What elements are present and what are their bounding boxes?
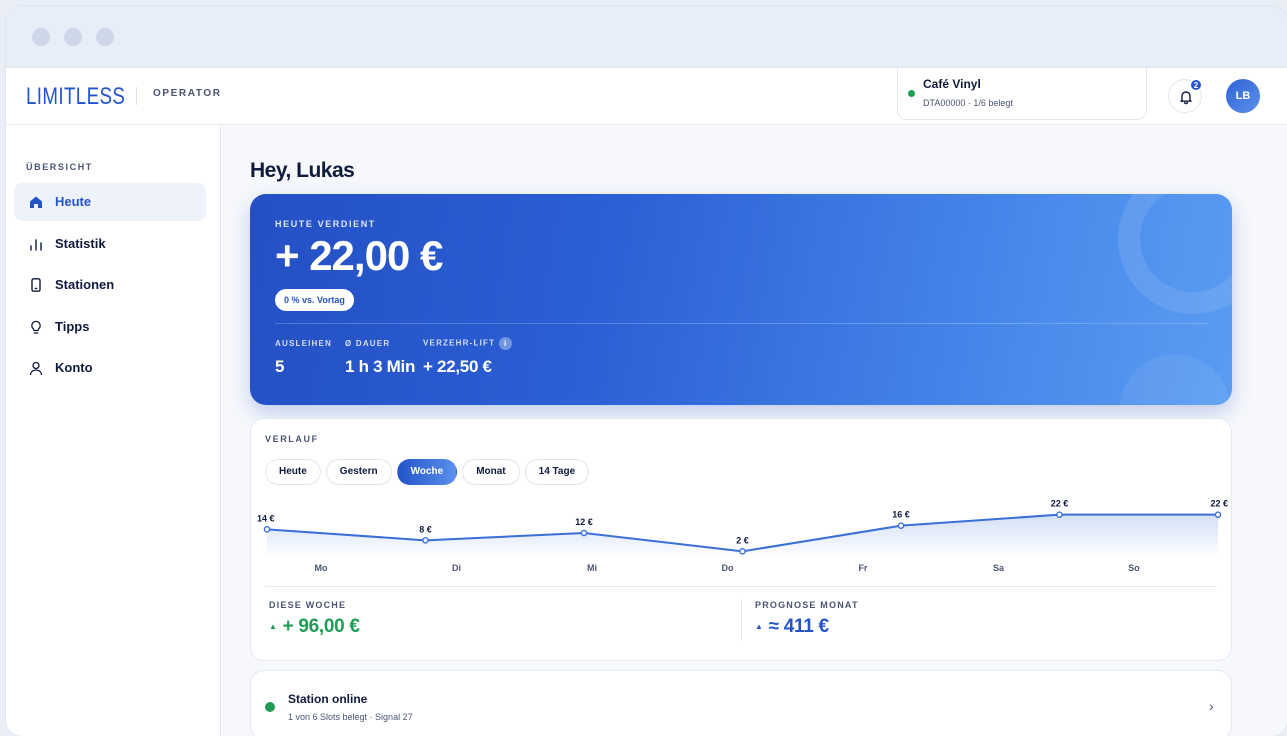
chart-x-tick-label: So <box>1128 563 1140 573</box>
earnings-amount: + 22,00 € <box>275 232 443 279</box>
sidebar-item-label: Stationen <box>55 277 115 292</box>
chart-data-label: 22 € <box>1051 499 1069 509</box>
chart-data-label: 12 € <box>575 517 593 527</box>
station-title: Station online <box>288 692 368 706</box>
decorative-blob <box>1120 354 1230 405</box>
chart-data-label: 22 € <box>1210 499 1228 509</box>
user-avatar[interactable]: LB <box>1226 79 1260 113</box>
stat-value-dauer: 1 h 3 Min <box>345 357 416 376</box>
stat-label-dauer: Ø DAUER <box>345 339 391 348</box>
stat-value-verzehr-lift: + 22,50 € <box>423 357 492 376</box>
app-window: LIMITLESS OPERATOR Café Vinyl DTA00000 ·… <box>6 6 1287 736</box>
tab-woche[interactable]: Woche <box>396 459 458 485</box>
sidebar: ÜBERSICHT Heute Statistik Stationen Tipp… <box>6 125 221 736</box>
location-status-dot <box>908 90 915 97</box>
tab-heute[interactable]: Heute <box>265 459 321 485</box>
chart-point-do[interactable] <box>739 548 746 555</box>
stat-label-verzehr-lift: VERZEHR-LIFT i <box>423 337 513 350</box>
notification-count-badge: 2 <box>1190 79 1202 91</box>
main-content: Hey, Lukas HEUTE VERDIENT + 22,00 € 0 % … <box>222 125 1287 736</box>
title-bar <box>6 6 1287 68</box>
top-bar: LIMITLESS OPERATOR Café Vinyl DTA00000 ·… <box>6 68 1287 125</box>
period-tabs: Heute Gestern Woche Monat 14 Tage <box>265 459 590 485</box>
history-divider <box>265 586 1217 587</box>
window-minimize-dot[interactable] <box>64 28 82 46</box>
earnings-card: HEUTE VERDIENT + 22,00 € 0 % vs. Vortag … <box>250 194 1232 405</box>
sidebar-item-stationen[interactable]: Stationen <box>14 266 206 304</box>
logo-divider <box>136 87 137 105</box>
chart-point-mi[interactable] <box>580 529 588 537</box>
user-icon <box>29 361 43 376</box>
history-heading: VERLAUF <box>265 434 319 444</box>
chart-x-tick-label: Fr <box>859 563 868 573</box>
history-card: VERLAUF Heute Gestern Woche Monat 14 Tag… <box>250 418 1232 661</box>
page-title: Hey, Lukas <box>250 159 355 182</box>
window-maximize-dot[interactable] <box>96 28 114 46</box>
sidebar-item-heute[interactable]: Heute <box>14 183 206 221</box>
chart-x-tick-label: Do <box>722 563 734 573</box>
station-subtitle: 1 von 6 Slots belegt · Signal 27 <box>288 712 413 722</box>
earnings-change-badge: 0 % vs. Vortag <box>275 289 354 311</box>
chart-x-tick-label: Di <box>452 563 461 573</box>
hero-divider <box>275 323 1207 324</box>
earnings-label: HEUTE VERDIENT <box>275 219 376 229</box>
tab-monat[interactable]: Monat <box>462 459 520 485</box>
chart-point-so[interactable] <box>1214 511 1222 518</box>
device-icon <box>31 278 41 292</box>
chevron-right-icon[interactable]: › <box>1209 698 1214 714</box>
trend-up-icon: ▲ <box>269 622 277 632</box>
chart-x-tick-label: Mi <box>587 563 597 573</box>
chart-point-sa[interactable] <box>1056 511 1063 518</box>
notifications-button[interactable]: 2 <box>1168 79 1202 113</box>
trend-up-icon: ▲ <box>755 622 763 632</box>
week-total-amount: + 96,00 € <box>282 616 360 637</box>
decorative-ring <box>1118 194 1232 314</box>
window-close-dot[interactable] <box>32 28 50 46</box>
sidebar-item-label: Statistik <box>55 236 106 251</box>
forecast-amount: ≈ 411 € <box>768 616 829 637</box>
chart-data-label: 14 € <box>257 513 275 523</box>
station-status-dot <box>265 702 275 712</box>
tab-14-tage[interactable]: 14 Tage <box>524 459 590 485</box>
chart-data-label: 2 € <box>736 535 749 545</box>
forecast-value: ▲ ≈ 411 € <box>755 616 829 638</box>
tab-gestern[interactable]: Gestern <box>325 459 392 485</box>
week-total-value: ▲ + 96,00 € <box>269 616 360 638</box>
location-name: Café Vinyl <box>923 77 981 91</box>
location-switcher[interactable]: Café Vinyl DTA00000 · 1/6 belegt <box>897 68 1147 120</box>
chart-data-label: 16 € <box>892 510 910 520</box>
chart-x-tick-label: Mo <box>315 563 328 573</box>
chart-point-di[interactable] <box>422 537 429 544</box>
info-icon[interactable]: i <box>499 337 513 350</box>
brand-logo[interactable]: LIMITLESS <box>26 83 125 111</box>
sidebar-item-label: Tipps <box>55 319 90 334</box>
bar-chart-icon <box>30 239 42 251</box>
home-icon <box>30 196 42 208</box>
sidebar-item-konto[interactable]: Konto <box>14 349 206 387</box>
chart-point-mo[interactable] <box>263 526 271 533</box>
stat-label-ausleihen: AUSLEIHEN <box>275 339 333 348</box>
station-status-row[interactable]: Station online 1 von 6 Slots belegt · Si… <box>250 670 1232 736</box>
lightbulb-icon <box>31 320 41 334</box>
stat-label-verzehr-lift-text: VERZEHR-LIFT <box>423 338 496 348</box>
chart-x-tick-label: Sa <box>993 563 1005 573</box>
location-status-line: DTA00000 · 1/6 belegt <box>923 98 1013 108</box>
sidebar-item-label: Heute <box>55 194 92 209</box>
week-total-label: DIESE WOCHE <box>269 600 347 610</box>
weekly-earnings-chart: 14 € 8 € 12 € 2 € 16 € 22 € 22 € Mo Di Mi Do Fr Sa So <box>257 499 1228 573</box>
stat-value-ausleihen: 5 <box>275 357 285 376</box>
brand-section: OPERATOR <box>153 88 222 99</box>
chart-point-fr[interactable] <box>897 522 905 529</box>
bell-icon <box>1180 91 1192 105</box>
sidebar-item-tipps[interactable]: Tipps <box>14 308 206 346</box>
forecast-label: PROGNOSE MONAT <box>755 600 859 610</box>
sidebar-item-statistik[interactable]: Statistik <box>14 225 206 263</box>
chart-data-label: 8 € <box>419 524 432 534</box>
footer-separator <box>741 599 742 641</box>
sidebar-heading: ÜBERSICHT <box>26 162 93 172</box>
sidebar-item-label: Konto <box>55 360 93 375</box>
